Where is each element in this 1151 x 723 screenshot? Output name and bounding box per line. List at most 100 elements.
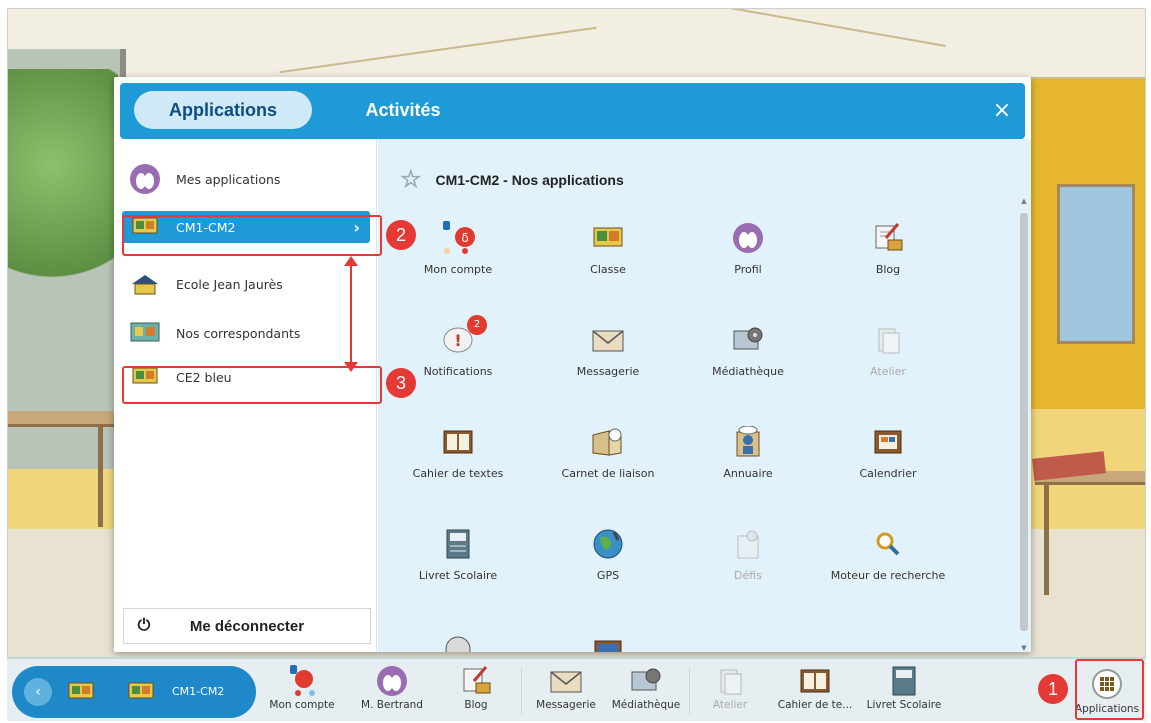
taskbar-item-mediatheque[interactable]: Médiathèque xyxy=(609,663,683,711)
app-livret-scolaire[interactable]: Livret Scolaire xyxy=(398,527,518,607)
annotation-number-2: 2 xyxy=(386,220,416,250)
app-label: Annuaire xyxy=(723,467,773,480)
scroll-down-icon[interactable]: ▼ xyxy=(1019,644,1029,652)
workshop-icon xyxy=(693,663,767,699)
scrollbar-thumb[interactable] xyxy=(1020,213,1028,631)
applications-panel: ☆ CM1-CM2 - Nos applications δ Mon compt… xyxy=(378,139,1031,652)
class-label: CM1-CM2 xyxy=(172,685,225,698)
app-mediatheque[interactable]: Médiathèque xyxy=(688,323,808,403)
taskbar-divider xyxy=(689,667,690,715)
app-defis[interactable]: Défis xyxy=(688,527,808,607)
directory-icon xyxy=(731,425,765,459)
media-icon xyxy=(731,323,765,357)
media-icon xyxy=(609,663,683,699)
avatar xyxy=(355,663,429,699)
app-label: Mon compte xyxy=(423,263,493,276)
sidebar-item-label: Nos correspondants xyxy=(176,325,301,341)
app-cahier-de-textes[interactable]: Cahier de textes xyxy=(398,425,518,505)
textbook-icon xyxy=(775,663,855,699)
taskbar-item-m-bertrand[interactable]: M. Bertrand xyxy=(355,663,429,711)
correspondents-icon xyxy=(128,318,162,348)
app-label: Médiathèque xyxy=(712,365,784,378)
report-card-icon xyxy=(863,663,945,699)
annotation-highlight-cm1-cm2 xyxy=(122,215,382,256)
taskbar-item-messagerie[interactable]: Messagerie xyxy=(529,663,603,711)
app-moteur-de-recherche[interactable]: Moteur de recherche xyxy=(818,527,958,607)
account-icon xyxy=(265,663,339,699)
panel-title-text: CM1-CM2 - Nos applications xyxy=(435,171,624,188)
blog-icon xyxy=(439,663,513,699)
taskbar-item-label: Livret Scolaire xyxy=(866,699,942,711)
app-atelier[interactable]: Atelier xyxy=(828,323,948,403)
app-partial[interactable] xyxy=(398,629,518,652)
globe-icon xyxy=(591,527,625,561)
workshop-icon xyxy=(871,323,905,357)
app-label: Calendrier xyxy=(859,467,917,480)
notification-badge: 2 xyxy=(467,315,487,335)
app-messagerie[interactable]: Messagerie xyxy=(548,323,668,403)
taskbar-item-label: Cahier de te... xyxy=(777,699,853,711)
tab-applications[interactable]: Applications xyxy=(134,91,312,129)
mail-icon xyxy=(591,323,625,357)
classroom-icon xyxy=(591,221,625,255)
arrow-down-icon xyxy=(344,362,358,372)
panel-title: ☆ CM1-CM2 - Nos applications xyxy=(400,165,624,194)
taskbar-divider xyxy=(521,667,522,715)
app-profil[interactable]: Profil xyxy=(688,221,808,301)
app-blog[interactable]: Blog xyxy=(828,221,948,301)
app-notifications[interactable]: ! 2 Notifications xyxy=(398,315,518,403)
app-partial[interactable] xyxy=(548,629,668,652)
logout-button[interactable]: ⏻ Me déconnecter xyxy=(123,608,371,644)
sidebar-item-mes-applications[interactable]: Mes applications xyxy=(122,159,370,199)
close-icon[interactable]: × xyxy=(989,98,1015,124)
app-gps[interactable]: GPS xyxy=(548,527,668,607)
star-icon[interactable]: ☆ xyxy=(400,165,422,194)
apps-scrollbar[interactable]: ▲ ▼ xyxy=(1019,197,1029,652)
notification-icon: ! 2 xyxy=(441,315,487,357)
back-arrow-icon[interactable]: ‹ xyxy=(24,678,52,706)
taskbar-item-livret-scolaire[interactable]: Livret Scolaire xyxy=(863,663,945,711)
school-icon xyxy=(128,269,162,299)
app-calendrier[interactable]: Calendrier xyxy=(828,425,948,505)
class-switcher[interactable]: ‹ CM1-CM2 xyxy=(12,666,256,718)
liaison-notebook-icon xyxy=(591,425,625,459)
svg-text:!: ! xyxy=(454,331,461,350)
annotation-number-3: 3 xyxy=(386,368,416,398)
app-carnet-de-liaison[interactable]: Carnet de liaison xyxy=(548,425,668,505)
classroom-icon xyxy=(128,682,154,706)
modal-header: Applications Activités × xyxy=(120,83,1025,139)
account-icon: δ xyxy=(441,221,475,255)
taskbar-item-label: Blog xyxy=(464,699,488,711)
sidebar-item-ecole-jean-jaures[interactable]: Ecole Jean Jaurès xyxy=(122,264,370,304)
taskbar-item-atelier[interactable]: Atelier xyxy=(693,663,767,711)
annotation-number-1: 1 xyxy=(1038,674,1068,704)
mail-icon xyxy=(529,663,603,699)
board-icon xyxy=(591,629,625,652)
arrow-up-icon xyxy=(344,256,358,266)
app-classe[interactable]: Classe xyxy=(548,221,668,301)
classroom-icon xyxy=(68,682,94,706)
blog-icon xyxy=(871,221,905,255)
taskbar-item-mon-compte[interactable]: Mon compte xyxy=(265,663,339,711)
logout-label: Me déconnecter xyxy=(189,617,305,635)
taskbar-item-label: Mon compte xyxy=(269,699,335,711)
avatar-icon xyxy=(128,164,162,194)
app-annuaire[interactable]: Annuaire xyxy=(688,425,808,505)
app-label: Atelier xyxy=(870,365,906,378)
annotation-highlight-ce2-bleu xyxy=(122,366,382,404)
tab-activites[interactable]: Activités xyxy=(358,91,448,129)
taskbar: ‹ CM1-CM2 Mon compte M. Bertrand Blog Me… xyxy=(7,657,1146,721)
sidebar-item-nos-correspondants[interactable]: Nos correspondants xyxy=(122,313,370,353)
scroll-up-icon[interactable]: ▲ xyxy=(1019,197,1029,205)
app-label: Carnet de liaison xyxy=(561,467,655,480)
annotation-arrow xyxy=(350,262,352,368)
app-label: Cahier de textes xyxy=(412,467,504,480)
app-mon-compte[interactable]: δ Mon compte xyxy=(398,221,518,301)
sidebar-item-label: Mes applications xyxy=(176,171,281,187)
taskbar-item-cahier-de-textes[interactable]: Cahier de te... xyxy=(775,663,855,711)
profile-icon xyxy=(731,221,765,255)
taskbar-item-blog[interactable]: Blog xyxy=(439,663,513,711)
calendar-icon xyxy=(871,425,905,459)
taskbar-item-label: M. Bertrand xyxy=(361,699,423,711)
tree-illustration xyxy=(8,69,118,309)
